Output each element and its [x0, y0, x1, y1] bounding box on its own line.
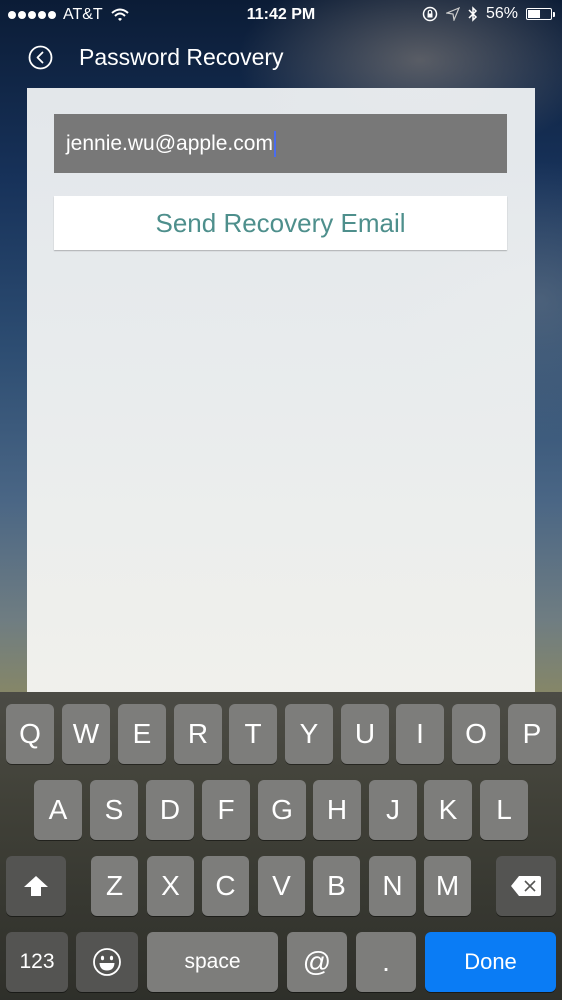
key-o[interactable]: O — [452, 704, 500, 764]
key-l[interactable]: L — [480, 780, 528, 840]
status-right: 56% — [422, 5, 555, 23]
back-circle-icon — [28, 45, 53, 70]
emoji-key[interactable] — [76, 932, 138, 992]
backspace-icon — [511, 876, 541, 896]
key-a[interactable]: A — [34, 780, 82, 840]
location-icon — [445, 7, 460, 21]
key-h[interactable]: H — [313, 780, 361, 840]
shift-arrow-icon — [24, 876, 48, 896]
nav-header: Password Recovery — [0, 30, 562, 88]
key-b[interactable]: B — [313, 856, 360, 916]
key-e[interactable]: E — [118, 704, 166, 764]
key-j[interactable]: J — [369, 780, 417, 840]
bluetooth-icon — [468, 6, 478, 22]
done-key[interactable]: Done — [425, 932, 556, 992]
key-t[interactable]: T — [229, 704, 277, 764]
back-button[interactable] — [28, 45, 53, 70]
dot-key[interactable]: . — [356, 932, 416, 992]
recovery-card: jennie.wu@apple.com Send Recovery Email — [27, 88, 535, 692]
email-input-value: jennie.wu@apple.com — [66, 131, 273, 155]
key-v[interactable]: V — [258, 856, 305, 916]
key-w[interactable]: W — [62, 704, 110, 764]
key-r[interactable]: R — [174, 704, 222, 764]
key-q[interactable]: Q — [6, 704, 54, 764]
key-g[interactable]: G — [258, 780, 306, 840]
key-x[interactable]: X — [147, 856, 194, 916]
key-m[interactable]: M — [424, 856, 471, 916]
at-key[interactable]: @ — [287, 932, 347, 992]
numbers-key[interactable]: 123 — [6, 932, 68, 992]
battery-icon — [526, 8, 555, 20]
email-input[interactable]: jennie.wu@apple.com — [54, 114, 507, 173]
shift-key[interactable] — [6, 856, 66, 916]
space-key[interactable]: space — [147, 932, 278, 992]
key-i[interactable]: I — [396, 704, 444, 764]
key-z[interactable]: Z — [91, 856, 138, 916]
key-p[interactable]: P — [508, 704, 556, 764]
battery-percent: 56% — [485, 5, 518, 22]
emoji-icon — [93, 948, 121, 976]
key-u[interactable]: U — [341, 704, 389, 764]
key-n[interactable]: N — [369, 856, 416, 916]
keyboard: Q W E R T Y U I O P A S D F G H J K L Z … — [0, 692, 562, 1000]
delete-key[interactable] — [496, 856, 556, 916]
status-bar: AT&T 11:42 PM 56% — [0, 0, 562, 30]
page-title: Password Recovery — [79, 44, 284, 70]
key-d[interactable]: D — [146, 780, 194, 840]
battery-level — [528, 10, 540, 18]
send-recovery-email-button[interactable]: Send Recovery Email — [54, 196, 507, 250]
text-caret — [273, 130, 276, 157]
key-y[interactable]: Y — [285, 704, 333, 764]
key-c[interactable]: C — [202, 856, 249, 916]
key-k[interactable]: K — [424, 780, 472, 840]
key-f[interactable]: F — [202, 780, 250, 840]
orientation-lock-icon — [422, 6, 438, 22]
key-s[interactable]: S — [90, 780, 138, 840]
